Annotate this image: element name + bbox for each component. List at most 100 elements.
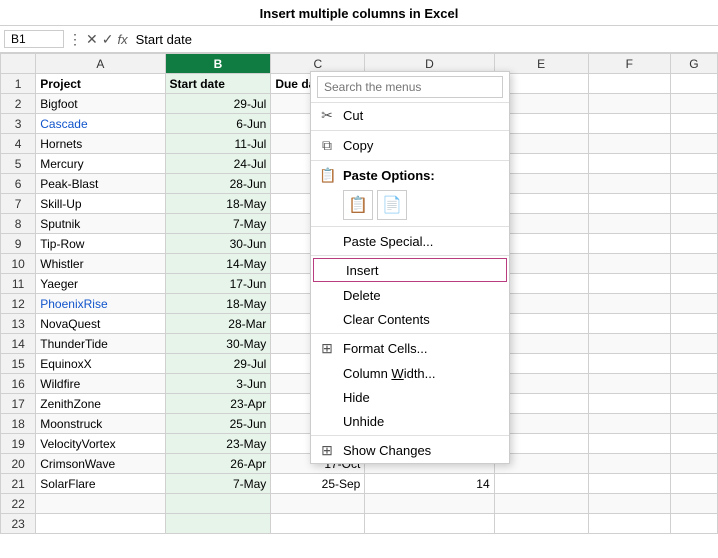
cell-f[interactable] [588,94,670,114]
cell-g[interactable] [670,334,717,354]
col-header-A[interactable]: A [36,54,165,74]
cell-g[interactable] [670,194,717,214]
row-number[interactable]: 18 [1,414,36,434]
more-icon[interactable]: ⋮ [68,31,82,48]
cell-f[interactable] [588,254,670,274]
row-number[interactable]: 20 [1,454,36,474]
row-number[interactable]: 13 [1,314,36,334]
cell-f[interactable] [588,314,670,334]
cell-c[interactable] [271,494,365,514]
cell-g[interactable] [670,94,717,114]
cell-a[interactable]: PhoenixRise [36,294,165,314]
cell-a[interactable]: Sputnik [36,214,165,234]
cell-b[interactable]: 3-Jun [165,374,271,394]
cell-d[interactable] [365,514,494,534]
cell-b[interactable]: 23-May [165,434,271,454]
row-number[interactable]: 1 [1,74,36,94]
cell-e[interactable] [494,494,588,514]
cell-d[interactable] [365,494,494,514]
cell-b[interactable]: 30-Jun [165,234,271,254]
cell-f[interactable] [588,194,670,214]
ctx-item-delete[interactable]: Delete [311,283,509,307]
cell-a[interactable]: Wildfire [36,374,165,394]
cell-a[interactable]: Skill-Up [36,194,165,214]
cell-g[interactable] [670,114,717,134]
col-header-G[interactable]: G [670,54,717,74]
cell-b[interactable]: 23-Apr [165,394,271,414]
search-input[interactable] [317,76,503,98]
row-number[interactable]: 10 [1,254,36,274]
cell-g[interactable] [670,274,717,294]
ctx-item-hide[interactable]: Hide [311,385,509,409]
cell-b[interactable]: 11-Jul [165,134,271,154]
row-number[interactable]: 14 [1,334,36,354]
cell-g[interactable] [670,494,717,514]
ctx-item-copy[interactable]: ⧉Copy [311,133,509,158]
cell-f[interactable] [588,454,670,474]
cell-f[interactable] [588,274,670,294]
cell-g[interactable] [670,254,717,274]
cell-g[interactable] [670,294,717,314]
row-number[interactable]: 19 [1,434,36,454]
cell-f[interactable] [588,294,670,314]
cell-b[interactable]: 7-May [165,474,271,494]
cell-f[interactable] [588,434,670,454]
cell-g[interactable] [670,394,717,414]
ctx-item-format-cells[interactable]: ⊞Format Cells... [311,336,509,361]
ctx-item-col-width[interactable]: Column Width... [311,361,509,385]
cancel-icon[interactable]: ✕ [86,31,98,48]
cell-b[interactable]: 26-Apr [165,454,271,474]
cell-b[interactable]: 17-Jun [165,274,271,294]
ctx-item-show-changes[interactable]: ⊞Show Changes [311,438,509,463]
row-number[interactable]: 7 [1,194,36,214]
row-number[interactable]: 12 [1,294,36,314]
cell-g[interactable] [670,314,717,334]
ctx-item-clear-contents[interactable]: Clear Contents [311,307,509,331]
cell-b[interactable]: 29-Jul [165,94,271,114]
ctx-item-unhide[interactable]: Unhide [311,409,509,433]
ctx-item-cut[interactable]: ✂Cut [311,103,509,128]
cell-g[interactable] [670,474,717,494]
row-number[interactable]: 21 [1,474,36,494]
row-number[interactable]: 6 [1,174,36,194]
cell-g[interactable] [670,434,717,454]
cell-a[interactable] [36,514,165,534]
cell-b[interactable]: 30-May [165,334,271,354]
cell-f[interactable] [588,114,670,134]
cell-b[interactable]: 25-Jun [165,414,271,434]
cell-b[interactable]: 28-Mar [165,314,271,334]
cell-c[interactable] [271,514,365,534]
cell-f[interactable] [588,134,670,154]
row-number[interactable]: 5 [1,154,36,174]
row-number[interactable]: 16 [1,374,36,394]
cell-f[interactable] [588,214,670,234]
ctx-item-paste-special[interactable]: Paste Special... [311,229,509,253]
cell-f[interactable] [588,334,670,354]
cell-f[interactable] [588,174,670,194]
row-number[interactable]: 2 [1,94,36,114]
cell-g[interactable] [670,514,717,534]
cell-a[interactable] [36,494,165,514]
cell-f[interactable] [588,414,670,434]
cell-f[interactable] [588,374,670,394]
cell-a[interactable]: SolarFlare [36,474,165,494]
cell-f[interactable] [588,474,670,494]
paste-icon-0[interactable]: 📋 [343,190,373,220]
cell-a[interactable]: Cascade [36,114,165,134]
cell-f[interactable] [588,74,670,94]
cell-f[interactable] [588,394,670,414]
cell-f[interactable] [588,514,670,534]
cell-b[interactable] [165,514,271,534]
ctx-item-insert[interactable]: Insert [313,258,507,282]
cell-e[interactable] [494,474,588,494]
cell-f[interactable] [588,234,670,254]
row-number[interactable]: 15 [1,354,36,374]
cell-b[interactable]: 14-May [165,254,271,274]
cell-e[interactable] [494,514,588,534]
cell-c[interactable]: 25-Sep [271,474,365,494]
cell-a[interactable]: EquinoxX [36,354,165,374]
cell-a[interactable]: Mercury [36,154,165,174]
row-number[interactable]: 17 [1,394,36,414]
row-number[interactable]: 23 [1,514,36,534]
cell-b[interactable] [165,494,271,514]
